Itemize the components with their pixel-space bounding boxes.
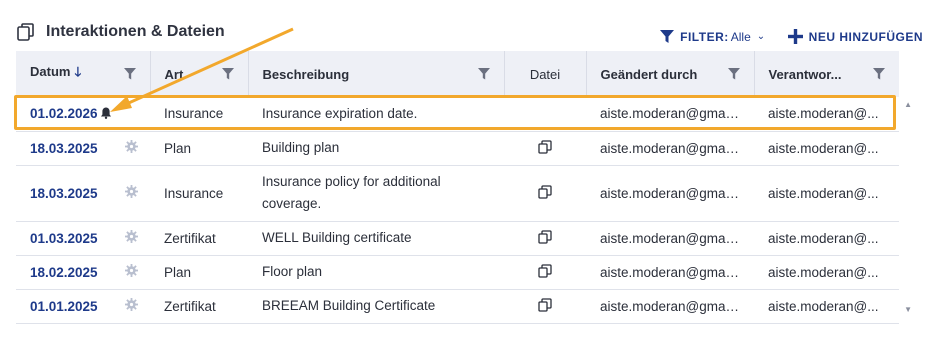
file-copy-icon[interactable] (538, 184, 552, 199)
file-copy-icon[interactable] (538, 263, 552, 278)
gear-cell[interactable] (112, 221, 150, 256)
responsible-cell: aiste.moderan@... (754, 221, 899, 256)
description-cell: WELL Building certificate (248, 221, 504, 256)
date-cell[interactable]: 18.02.2025 (16, 255, 112, 290)
changed-by-cell: aiste.moderan@gmail.... (586, 165, 754, 222)
column-filter-icon[interactable] (873, 68, 885, 80)
date-cell[interactable]: 01.03.2025 (16, 221, 112, 256)
description-cell: BREEAM Building Certificate (248, 289, 504, 324)
type-cell: Zertifikat (150, 289, 248, 324)
column-filter-icon[interactable] (477, 68, 490, 80)
responsible-cell: aiste.moderan@... (754, 165, 899, 222)
responsible-cell: aiste.moderan@... (754, 131, 899, 166)
column-label-geaendert: Geändert durch (600, 66, 698, 82)
file-cell[interactable] (504, 165, 586, 222)
plus-icon (787, 29, 803, 44)
chevron-down-icon: ⌄ (756, 31, 766, 42)
file-copy-icon[interactable] (538, 229, 552, 244)
column-label-art: Art (164, 66, 184, 82)
column-label-datei: Datei (529, 66, 561, 82)
table-header-row: Datum 🡓 Art Beschreibung Datei Geändert d… (16, 51, 899, 97)
interactions-table: Datum 🡓 Art Beschreibung Datei Geändert d… (16, 51, 899, 324)
date-cell[interactable]: 01.01.2025 (16, 289, 112, 324)
documents-icon (17, 23, 34, 41)
column-filter-icon[interactable] (727, 68, 740, 80)
scroll-down-arrow[interactable]: ▼ (904, 305, 912, 314)
file-cell (504, 97, 586, 132)
file-copy-icon[interactable] (538, 297, 552, 312)
changed-by-cell: aiste.moderan@gmail.... (586, 131, 754, 166)
column-header-beschreibung[interactable]: Beschreibung (247, 51, 504, 97)
type-cell: Insurance (150, 97, 248, 132)
table-row[interactable]: 18.02.2025 Plan Floor plan aiste.moderan… (16, 255, 899, 290)
file-cell[interactable] (504, 289, 586, 324)
scroll-up-arrow[interactable]: ▲ (904, 100, 912, 109)
page-title: Interaktionen & Dateien (46, 23, 225, 40)
description-cell: Insurance expiration date. (248, 97, 504, 132)
date-cell[interactable]: 18.03.2025 (16, 165, 112, 222)
column-filter-icon[interactable] (123, 68, 136, 80)
responsible-cell: aiste.moderan@... (754, 289, 899, 324)
column-label-verantwortlich: Verantwor... (768, 66, 842, 82)
gear-cell[interactable] (112, 131, 150, 166)
gear-icon[interactable] (124, 298, 138, 311)
filter-value: Alle (730, 29, 751, 44)
column-label-beschreibung: Beschreibung (262, 66, 350, 82)
gear-cell[interactable] (112, 165, 150, 222)
gear-icon[interactable] (124, 264, 138, 277)
type-cell: Zertifikat (150, 221, 248, 256)
changed-by-cell: aiste.moderan@gmail.... (586, 255, 754, 290)
table-row[interactable]: 18.03.2025 Insurance Insurance policy fo… (16, 165, 899, 222)
column-header-datum[interactable]: Datum 🡓 (16, 51, 150, 97)
file-cell[interactable] (504, 131, 586, 166)
type-cell: Plan (150, 255, 248, 290)
table-row[interactable]: 01.03.2025 Zertifikat WELL Building cert… (16, 221, 899, 256)
gear-icon[interactable] (124, 140, 138, 153)
column-header-verantwortlich[interactable]: Verantwor... (753, 51, 899, 97)
gear-icon[interactable] (124, 230, 138, 243)
date-cell[interactable]: 18.03.2025 (16, 131, 112, 166)
changed-by-cell: aiste.moderan@gmail.... (586, 97, 754, 132)
gear-cell[interactable] (112, 255, 150, 290)
toolbar: FILTER: Alle ⌄ NEU HINZUFÜGEN (660, 29, 923, 44)
date-cell[interactable]: 01.02.2026 (16, 97, 150, 132)
add-new-button[interactable]: NEU HINZUFÜGEN (787, 29, 923, 44)
type-cell: Plan (150, 131, 248, 166)
column-header-geaendert[interactable]: Geändert durch (585, 51, 754, 97)
gear-icon[interactable] (124, 185, 138, 198)
filter-button[interactable]: FILTER: Alle ⌄ (660, 29, 766, 44)
description-cell: Insurance policy for additional coverage… (248, 165, 504, 222)
table-row[interactable]: 18.03.2025 Plan Building plan aiste.mode… (16, 131, 899, 166)
file-cell[interactable] (504, 255, 586, 290)
file-cell[interactable] (504, 221, 586, 256)
sort-desc-icon[interactable]: 🡓 (74, 64, 81, 79)
responsible-cell: aiste.moderan@... (754, 97, 899, 132)
table-row[interactable]: 01.02.2026 Insurance Insurance expiratio… (16, 97, 899, 132)
filter-label: FILTER: (680, 29, 729, 44)
responsible-cell: aiste.moderan@... (754, 255, 899, 290)
column-label-datum: Datum (30, 64, 71, 79)
bell-icon (100, 107, 111, 120)
add-new-label: NEU HINZUFÜGEN (808, 29, 923, 44)
filter-icon (660, 29, 675, 43)
type-cell: Insurance (150, 165, 248, 222)
description-cell: Building plan (248, 131, 504, 166)
file-copy-icon[interactable] (538, 139, 552, 154)
description-cell: Floor plan (248, 255, 504, 290)
column-header-art[interactable]: Art (149, 51, 248, 97)
table-row[interactable]: 01.01.2025 Zertifikat BREEAM Building Ce… (16, 289, 899, 324)
changed-by-cell: aiste.moderan@gmail.... (586, 221, 754, 256)
gear-cell[interactable] (112, 289, 150, 324)
changed-by-cell: aiste.moderan@gmail.... (586, 289, 754, 324)
column-filter-icon[interactable] (221, 68, 234, 80)
section-header: Interaktionen & Dateien (16, 22, 225, 42)
column-header-datei: Datei (503, 51, 586, 97)
date-value[interactable]: 01.02.2026 (30, 106, 98, 121)
